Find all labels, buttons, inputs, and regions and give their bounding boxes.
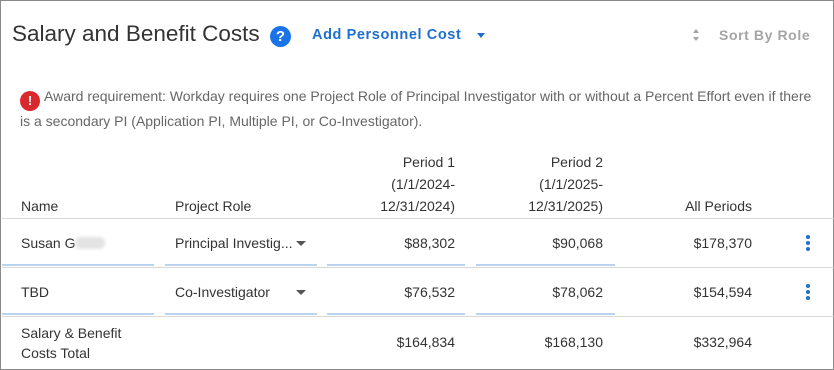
row-2-project-role-select[interactable]: Co-Investigator [165, 281, 317, 303]
header-divider [2, 218, 834, 219]
help-icon[interactable]: ? [270, 26, 291, 47]
column-header-name: Name [21, 198, 59, 214]
panel-header: Salary and Benefit Costs ? Add Personnel… [1, 1, 833, 71]
column-header-all-periods: All Periods [685, 198, 752, 214]
row-2-period-2-underline [476, 313, 615, 315]
row-1-name: Susan G [21, 235, 106, 251]
panel-title: Salary and Benefit Costs [12, 21, 260, 46]
row-2-role-underline [165, 313, 317, 315]
row-1-role-underline [165, 264, 317, 266]
row-2-name-underline [2, 313, 154, 315]
column-header-period-1: Period 1 (1/1/2024- 12/31/2024) [355, 151, 455, 217]
row-1-period-1-underline [327, 264, 465, 266]
period-1-title: Period 1 [402, 154, 455, 170]
caret-down-icon [296, 290, 306, 295]
add-personnel-cost-button[interactable]: Add Personnel Cost [312, 26, 486, 44]
add-personnel-cost-label: Add Personnel Cost [312, 27, 462, 43]
sort-updown-icon [691, 29, 701, 41]
total-label: Salary & Benefit Costs Total [21, 323, 121, 363]
caret-down-icon [296, 241, 306, 246]
salary-benefit-panel: Salary and Benefit Costs ? Add Personnel… [0, 0, 834, 370]
exclamation-circle-icon: ! [20, 91, 40, 111]
row-divider [2, 267, 834, 268]
row-divider [2, 316, 834, 317]
period-2-start: (1/1/2025- [539, 176, 603, 192]
alert-text: Award requirement: Workday requires one … [20, 88, 812, 129]
row-2-kebab-menu-icon[interactable] [805, 284, 811, 302]
total-label-line-1: Salary & Benefit [21, 325, 122, 341]
column-header-project-role: Project Role [175, 198, 252, 214]
row-1-kebab-menu-icon[interactable] [805, 235, 811, 253]
row-1-project-role-value: Principal Investig... [175, 235, 293, 251]
caret-down-icon [477, 32, 486, 38]
total-period-1-cost: $164,834 [396, 334, 455, 350]
row-1-project-role-select[interactable]: Principal Investig... [165, 232, 317, 254]
row-2-period-2-cost[interactable]: $78,062 [476, 284, 603, 300]
total-period-2-cost: $168,130 [544, 334, 603, 350]
row-2-period-1-underline [327, 313, 465, 315]
award-requirement-alert: ! Award requirement: Workday requires one… [20, 86, 820, 133]
period-1-start: (1/1/2024- [391, 176, 455, 192]
sort-by-role-button[interactable]: Sort By Role [691, 26, 810, 44]
period-1-end: 12/31/2024) [380, 198, 455, 214]
total-label-line-2: Costs Total [21, 345, 90, 361]
sort-by-role-label: Sort By Role [719, 27, 811, 43]
row-1-period-2-underline [476, 264, 615, 266]
redacted-name-blur [75, 237, 106, 249]
period-2-end: 12/31/2025) [528, 198, 603, 214]
row-2-all-periods-cost: $154,594 [693, 284, 752, 300]
row-1-period-1-cost[interactable]: $88,302 [327, 235, 455, 251]
row-1-name-underline [2, 264, 154, 266]
column-header-period-2: Period 2 (1/1/2025- 12/31/2025) [503, 151, 603, 217]
row-2-period-1-cost[interactable]: $76,532 [327, 284, 455, 300]
row-1-period-2-cost[interactable]: $90,068 [476, 235, 603, 251]
row-2-name: TBD [21, 284, 49, 300]
row-2-project-role-value: Co-Investigator [175, 284, 270, 300]
row-1-name-text: Susan G [21, 235, 76, 251]
total-all-periods-cost: $332,964 [693, 334, 752, 350]
row-1-all-periods-cost: $178,370 [693, 235, 752, 251]
period-2-title: Period 2 [550, 154, 603, 170]
